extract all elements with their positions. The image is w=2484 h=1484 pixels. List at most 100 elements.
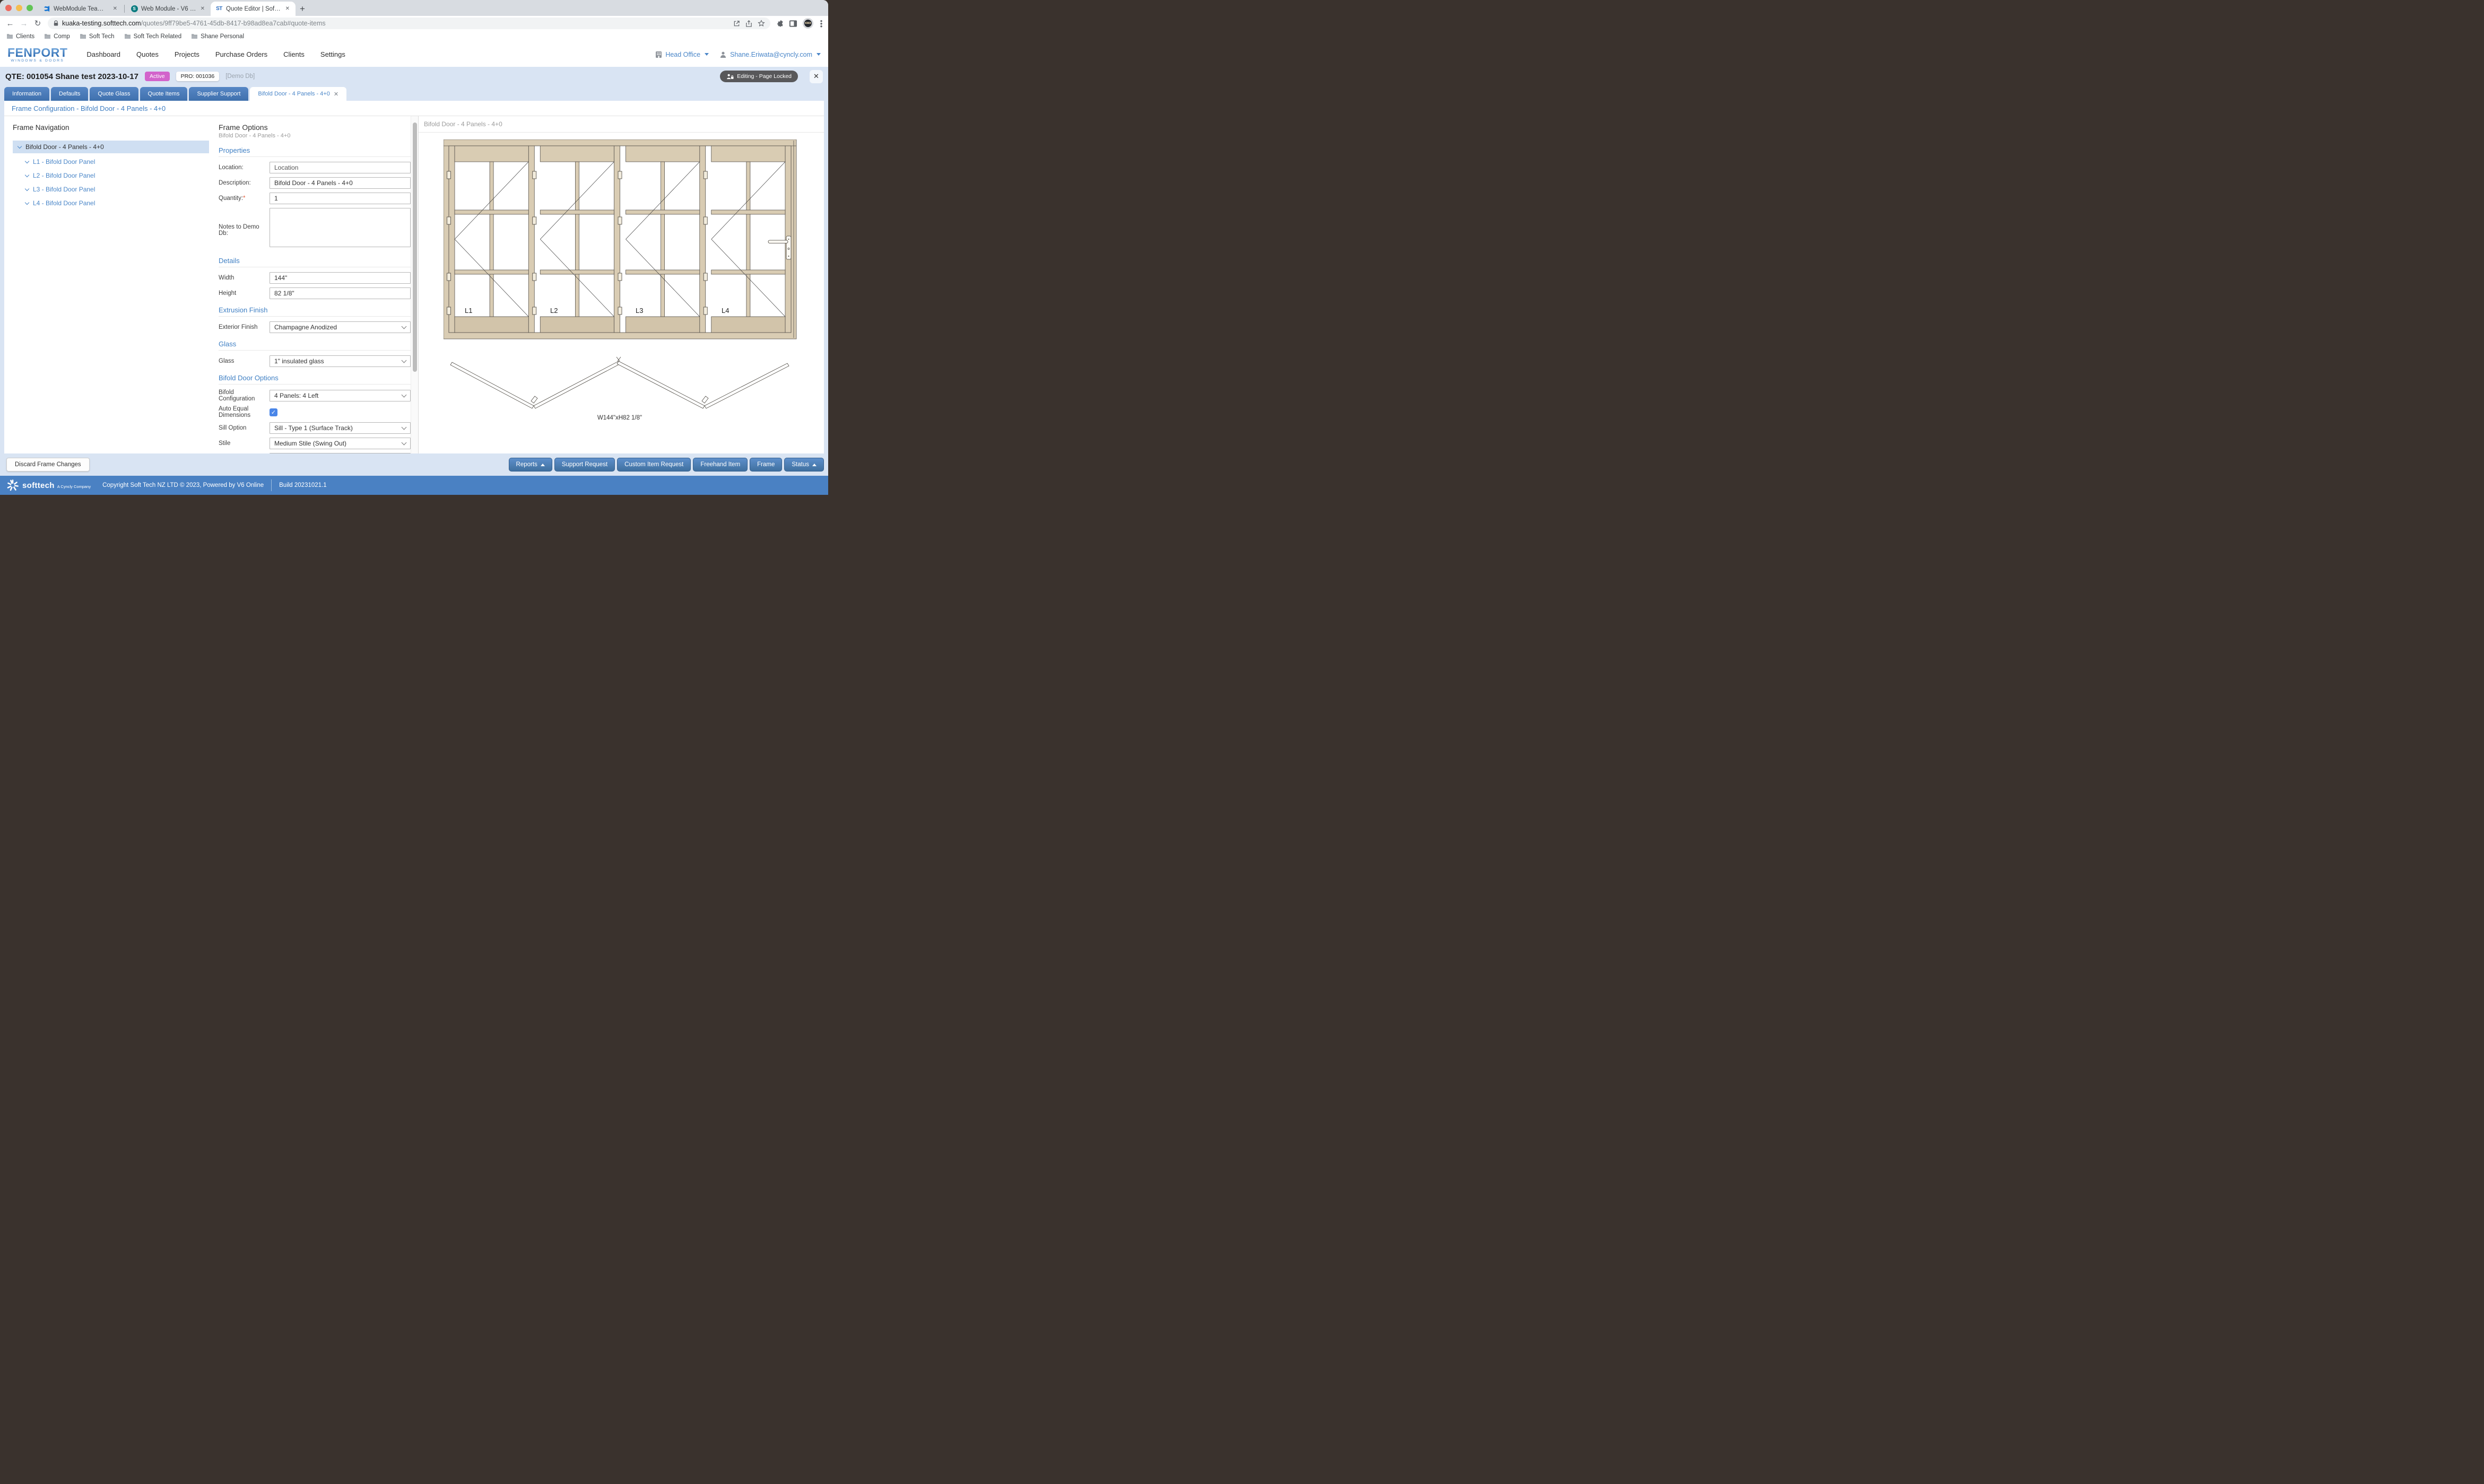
minimize-window-button[interactable] bbox=[16, 5, 22, 11]
close-window-button[interactable] bbox=[5, 5, 12, 11]
sill-option-label: Sill Option bbox=[219, 425, 270, 431]
scrollbar-thumb[interactable] bbox=[413, 123, 417, 372]
office-selector[interactable]: Head Office bbox=[655, 51, 709, 58]
bookmark-star-icon[interactable] bbox=[758, 20, 765, 27]
nav-clients[interactable]: Clients bbox=[283, 50, 305, 58]
action-bar: Discard Frame Changes Reports Support Re… bbox=[0, 453, 828, 476]
tab-bifold-door-active[interactable]: Bifold Door - 4 Panels - 4+0 ✕ bbox=[250, 87, 346, 101]
user-menu[interactable]: Shane.Eriwata@cyncly.com bbox=[719, 51, 821, 58]
tab-quote-glass[interactable]: Quote Glass bbox=[90, 87, 138, 101]
height-label: Height bbox=[219, 290, 270, 296]
chevron-down-icon bbox=[817, 53, 821, 56]
stile-select[interactable]: Medium Stile (Swing Out) bbox=[270, 438, 411, 449]
frame-navigation-title: Frame Navigation bbox=[13, 124, 209, 132]
close-quote-button[interactable]: ✕ bbox=[810, 70, 823, 83]
address-bar[interactable]: kuaka-testing.softtech.com/quotes/9ff79b… bbox=[48, 18, 770, 29]
height-input[interactable] bbox=[270, 287, 411, 299]
zoom-window-button[interactable] bbox=[27, 5, 33, 11]
close-tab-icon[interactable]: ✕ bbox=[199, 6, 206, 12]
nav-projects[interactable]: Projects bbox=[175, 50, 199, 58]
sidebar-toggle-icon[interactable] bbox=[789, 20, 797, 28]
nav-settings[interactable]: Settings bbox=[320, 50, 345, 58]
chevron-down-icon[interactable] bbox=[18, 144, 22, 148]
reload-icon[interactable]: ↻ bbox=[32, 19, 44, 28]
fenport-logo[interactable]: FENPORT WINDOWS & DOORS bbox=[7, 47, 67, 63]
tree-item-l2[interactable]: L2 - Bifold Door Panel bbox=[13, 169, 209, 182]
location-input[interactable] bbox=[270, 162, 411, 173]
description-label: Description: bbox=[219, 180, 270, 186]
browser-tab-1[interactable]: WebModule Team Sprint 22 - 2 ✕ bbox=[38, 2, 123, 16]
nav-purchase-orders[interactable]: Purchase Orders bbox=[215, 50, 267, 58]
chevron-down-icon[interactable] bbox=[25, 186, 29, 190]
bifold-configuration-select[interactable]: 4 Panels: 4 Left bbox=[270, 390, 411, 401]
notes-textarea[interactable] bbox=[270, 208, 411, 247]
freehand-item-button[interactable]: Freehand Item bbox=[693, 458, 748, 472]
footer-brand[interactable]: softtech bbox=[22, 481, 55, 490]
chevron-down-icon[interactable] bbox=[25, 172, 29, 177]
chevron-down-icon[interactable] bbox=[25, 200, 29, 204]
page-locked-button[interactable]: Editing - Page Locked bbox=[720, 71, 798, 82]
tree-item-root[interactable]: Bifold Door - 4 Panels - 4+0 bbox=[13, 141, 209, 153]
bookmarks-bar: Clients Comp Soft Tech Soft Tech Related… bbox=[0, 31, 828, 42]
footer-divider bbox=[271, 479, 272, 491]
bookmark-item[interactable]: Soft Tech bbox=[80, 33, 115, 40]
footer-copyright: Copyright Soft Tech NZ LTD © 2023, Power… bbox=[102, 482, 264, 488]
profile-avatar[interactable] bbox=[803, 18, 813, 29]
bookmark-item[interactable]: Clients bbox=[6, 33, 34, 40]
quote-header: QTE: 001054 Shane test 2023-10-17 Active… bbox=[0, 67, 828, 86]
quote-tabs: Information Defaults Quote Glass Quote I… bbox=[0, 86, 828, 101]
sill-option-select[interactable]: Sill - Type 1 (Surface Track) bbox=[270, 422, 411, 434]
window-controls bbox=[5, 0, 33, 16]
browser-menu-icon[interactable]: ••• bbox=[819, 20, 824, 28]
description-input[interactable] bbox=[270, 177, 411, 189]
quantity-label: Quantity:* bbox=[219, 195, 270, 202]
tree-item-l4[interactable]: L4 - Bifold Door Panel bbox=[13, 196, 209, 210]
back-icon[interactable]: ← bbox=[4, 19, 16, 28]
project-badge[interactable]: PRO: 001036 bbox=[176, 72, 220, 81]
discard-frame-changes-button[interactable]: Discard Frame Changes bbox=[6, 458, 90, 472]
width-input[interactable] bbox=[270, 272, 411, 284]
extensions-icon[interactable] bbox=[776, 20, 784, 28]
tab-supplier-support[interactable]: Supplier Support bbox=[189, 87, 248, 101]
custom-item-request-button[interactable]: Custom Item Request bbox=[617, 458, 691, 472]
browser-tab-title: Web Module - V6 Web Module bbox=[141, 6, 196, 12]
section-details: Details bbox=[219, 257, 411, 265]
tree-item-l1[interactable]: L1 - Bifold Door Panel bbox=[13, 155, 209, 169]
reports-button[interactable]: Reports bbox=[509, 458, 552, 472]
tab-defaults[interactable]: Defaults bbox=[51, 87, 88, 101]
support-request-button[interactable]: Support Request bbox=[554, 458, 615, 472]
share-icon[interactable] bbox=[745, 20, 752, 27]
door-drawing: L1 L2 L3 L4 bbox=[444, 139, 799, 437]
folder-icon bbox=[124, 33, 131, 39]
nav-dashboard[interactable]: Dashboard bbox=[86, 50, 120, 58]
url-text: kuaka-testing.softtech.com/quotes/9ff79b… bbox=[62, 20, 326, 27]
close-tab-icon[interactable]: ✕ bbox=[284, 6, 291, 12]
open-in-new-icon[interactable] bbox=[733, 20, 740, 27]
auto-equal-dimensions-checkbox[interactable]: ✓ bbox=[270, 408, 277, 416]
chevron-down-icon[interactable] bbox=[25, 159, 29, 163]
forward-icon[interactable]: → bbox=[18, 19, 30, 28]
new-tab-button[interactable]: + bbox=[300, 4, 305, 14]
browser-tab-2[interactable]: S Web Module - V6 Web Module ✕ bbox=[126, 2, 211, 16]
frame-navigation-pane: Frame Navigation Bifold Door - 4 Panels … bbox=[4, 116, 211, 453]
form-scrollbar[interactable] bbox=[411, 116, 418, 453]
tree-item-l3[interactable]: L3 - Bifold Door Panel bbox=[13, 182, 209, 196]
close-tab-icon[interactable]: ✕ bbox=[334, 91, 338, 98]
folder-icon bbox=[44, 33, 51, 39]
tab-information[interactable]: Information bbox=[4, 87, 49, 101]
nav-quotes[interactable]: Quotes bbox=[136, 50, 159, 58]
quantity-input[interactable] bbox=[270, 193, 411, 204]
glass-label: Glass bbox=[219, 358, 270, 364]
exterior-finish-select[interactable]: Champagne Anodized bbox=[270, 321, 411, 333]
folder-icon bbox=[6, 33, 13, 39]
bookmark-item[interactable]: Soft Tech Related bbox=[124, 33, 182, 40]
bookmark-item[interactable]: Shane Personal bbox=[191, 33, 244, 40]
browser-tab-active[interactable]: ST Quote Editor | SoftTech Dealer ✕ bbox=[211, 2, 296, 16]
glass-select[interactable]: 1" insulated glass bbox=[270, 355, 411, 367]
close-tab-icon[interactable]: ✕ bbox=[112, 6, 118, 12]
chevron-down-icon bbox=[402, 324, 407, 329]
frame-button[interactable]: Frame bbox=[750, 458, 782, 472]
bookmark-item[interactable]: Comp bbox=[44, 33, 70, 40]
tab-quote-items[interactable]: Quote Items bbox=[140, 87, 188, 101]
status-button[interactable]: Status bbox=[784, 458, 824, 472]
